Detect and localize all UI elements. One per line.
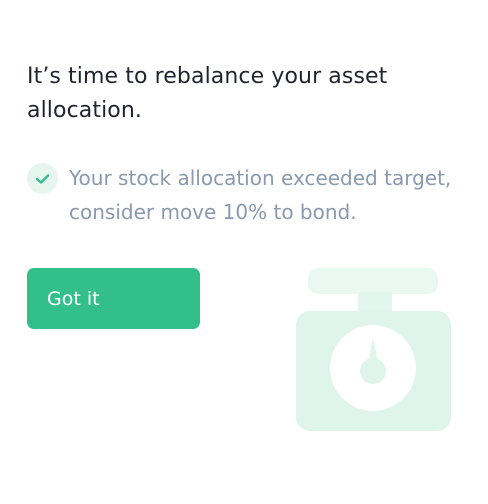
rebalance-prompt-card: It’s time to rebalance your asset alloca… xyxy=(0,0,488,504)
weighing-scale-icon xyxy=(296,268,451,431)
got-it-button[interactable]: Got it xyxy=(27,268,200,329)
prompt-message: Your stock allocation exceeded target, c… xyxy=(69,166,452,224)
prompt-title: It’s time to rebalance your asset alloca… xyxy=(27,64,388,123)
check-icon xyxy=(27,163,58,194)
